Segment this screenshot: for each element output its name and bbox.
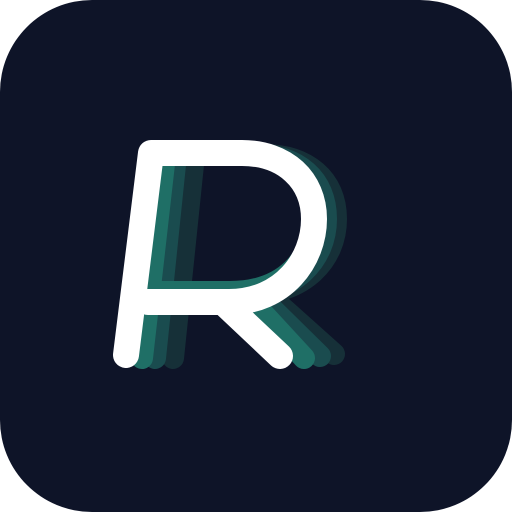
app-icon <box>0 0 512 512</box>
icon-background <box>0 0 512 512</box>
app-icon-svg <box>0 0 512 512</box>
